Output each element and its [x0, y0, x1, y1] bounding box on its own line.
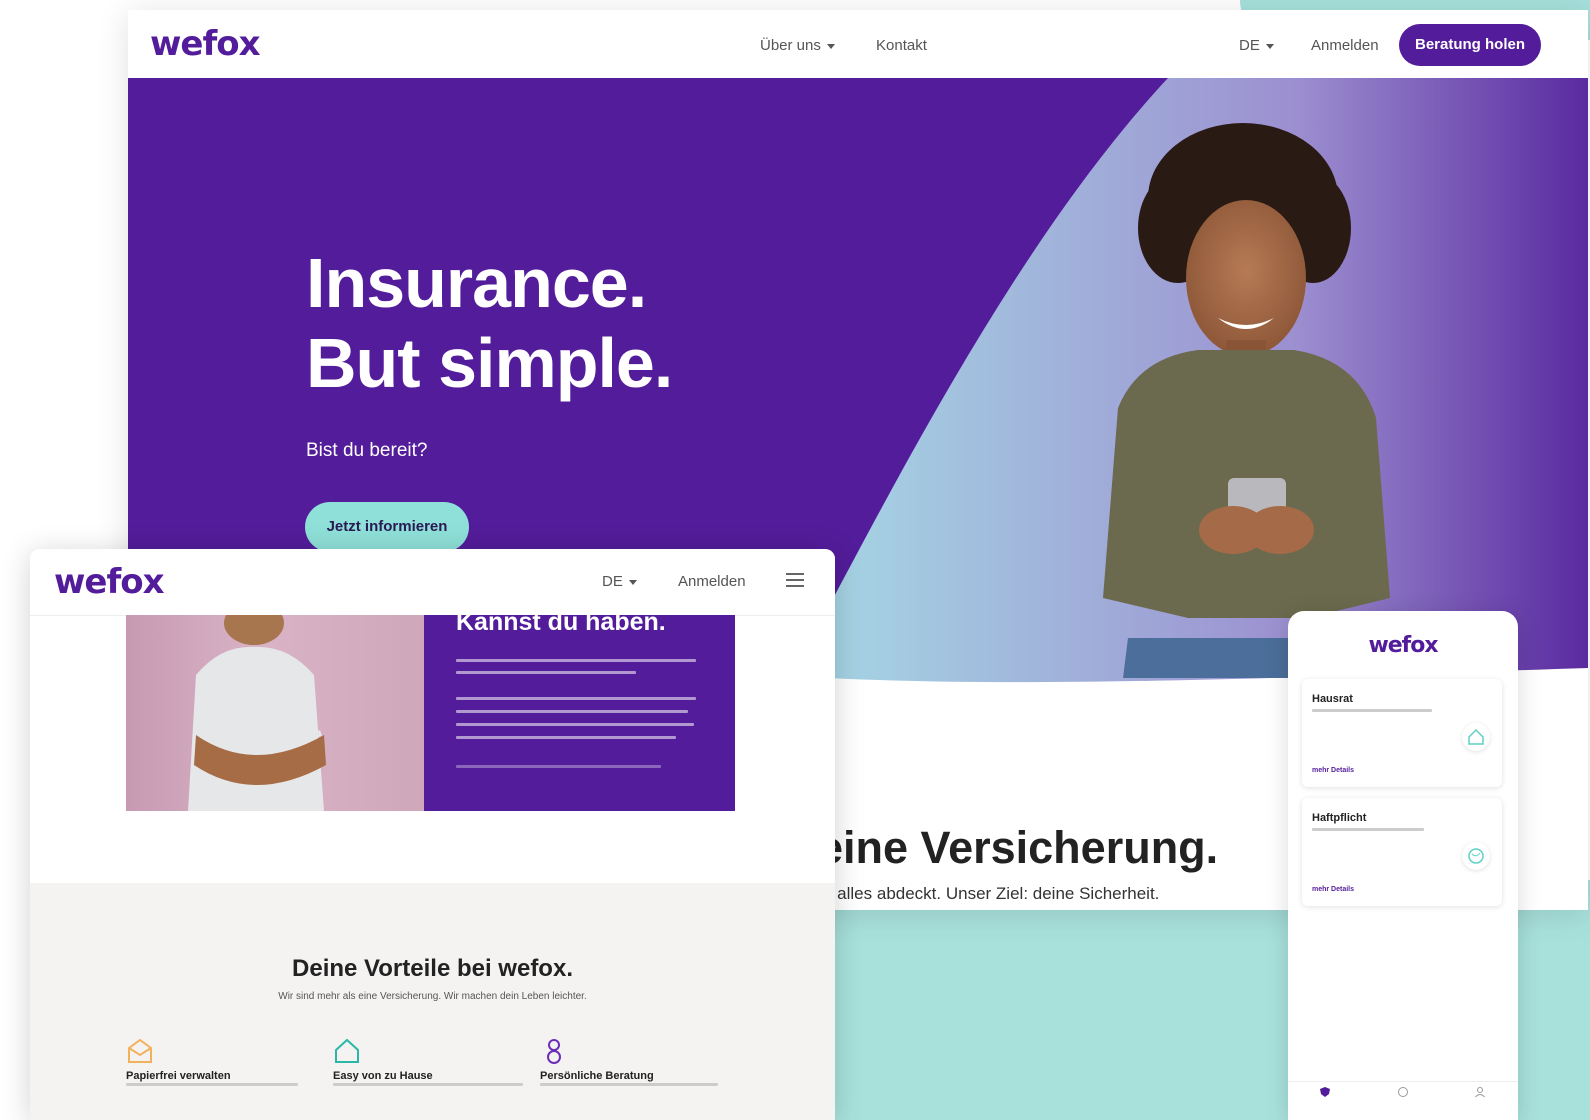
- text-line: [333, 1083, 523, 1086]
- policy-title: Hausrat: [1312, 693, 1353, 705]
- feature-title: Easy von zu Hause: [333, 1070, 433, 1082]
- wefox-logo[interactable]: wefox: [150, 24, 261, 64]
- feature-home: Easy von zu Hause: [333, 1037, 523, 1086]
- section-subtitle: e alles abdeckt. Unser Ziel: deine Siche…: [823, 884, 1160, 903]
- woman-photo: [1103, 123, 1390, 678]
- learn-more-button[interactable]: Jetzt informieren: [305, 502, 469, 552]
- envelope-icon: [128, 1038, 152, 1063]
- details-link[interactable]: mehr Details: [1312, 886, 1354, 893]
- tablet-website-mockup: wefox DE Anmelden Kannst du haben. Deine…: [30, 549, 835, 1120]
- nav-contact-link[interactable]: Kontakt: [876, 37, 927, 54]
- caret-down-icon: [826, 43, 835, 49]
- user-icon: [1475, 1087, 1485, 1098]
- hero-title: Insurance. But simple.: [306, 243, 673, 403]
- policy-card-household[interactable]: Hausrat mehr Details: [1302, 679, 1502, 787]
- text-line: [456, 659, 696, 662]
- section-title: eine Versicherung.: [818, 822, 1219, 873]
- feature-consulting: Persönliche Beratung: [540, 1037, 718, 1086]
- wefox-logo[interactable]: wefox: [54, 562, 165, 602]
- text-line: [126, 1083, 298, 1086]
- text-line: [456, 697, 696, 700]
- text-line: [456, 723, 694, 726]
- promo-panel: [424, 615, 735, 811]
- hamburger-icon[interactable]: [786, 573, 804, 587]
- desktop-navbar: wefox Über uns Kontakt DE Anmelden Berat…: [128, 10, 1588, 78]
- caret-down-icon: [1265, 43, 1274, 49]
- house-icon: [335, 1038, 359, 1063]
- man-photo: [126, 601, 424, 811]
- shield-icon: [1320, 1087, 1330, 1097]
- text-line: [540, 1083, 718, 1086]
- text-line: [1312, 709, 1432, 712]
- tab-claims[interactable]: [1383, 1086, 1423, 1100]
- house-icon: [1462, 723, 1490, 751]
- caret-down-icon: [628, 579, 637, 585]
- hero-subtitle: Bist du bereit?: [306, 440, 428, 461]
- hero-title-line-1: Insurance.: [306, 244, 647, 322]
- promo-heading: Kannst du haben.: [456, 608, 666, 636]
- chat-icon: [1398, 1087, 1408, 1097]
- text-line: [456, 736, 676, 739]
- language-dropdown[interactable]: DE: [602, 573, 637, 590]
- language-dropdown[interactable]: DE: [1239, 37, 1274, 54]
- policy-card-liability[interactable]: Haftpflicht mehr Details: [1302, 798, 1502, 906]
- tab-policies[interactable]: [1305, 1086, 1345, 1100]
- person-icon: [547, 1039, 561, 1064]
- text-line: [456, 765, 661, 768]
- tablet-navbar: wefox DE Anmelden: [30, 549, 835, 616]
- benefits-subtitle: Wir sind mehr als eine Versicherung. Wir…: [278, 991, 587, 1002]
- feature-title: Papierfrei verwalten: [126, 1070, 231, 1082]
- text-line: [456, 671, 636, 674]
- nav-about-dropdown[interactable]: Über uns: [760, 37, 835, 54]
- policy-title: Haftpflicht: [1312, 812, 1367, 824]
- benefits-title: Deine Vorteile bei wefox.: [292, 955, 573, 982]
- mobile-app-mockup: wefox Hausrat mehr Details Haftpflicht m…: [1288, 611, 1518, 1120]
- consultation-button[interactable]: Beratung holen: [1399, 24, 1541, 66]
- feature-title: Persönliche Beratung: [540, 1070, 654, 1082]
- globe-icon: [1462, 842, 1490, 870]
- hero-title-line-2: But simple.: [306, 324, 673, 402]
- bottom-tab-bar: [1288, 1081, 1518, 1120]
- tab-profile[interactable]: [1460, 1086, 1500, 1100]
- wefox-logo: wefox: [1368, 633, 1438, 658]
- details-link[interactable]: mehr Details: [1312, 767, 1354, 774]
- login-link[interactable]: Anmelden: [1311, 37, 1379, 54]
- text-line: [456, 710, 688, 713]
- text-line: [1312, 828, 1424, 831]
- feature-paperless: Papierfrei verwalten: [126, 1037, 298, 1086]
- man-illustration: [188, 601, 326, 811]
- login-link[interactable]: Anmelden: [678, 573, 746, 590]
